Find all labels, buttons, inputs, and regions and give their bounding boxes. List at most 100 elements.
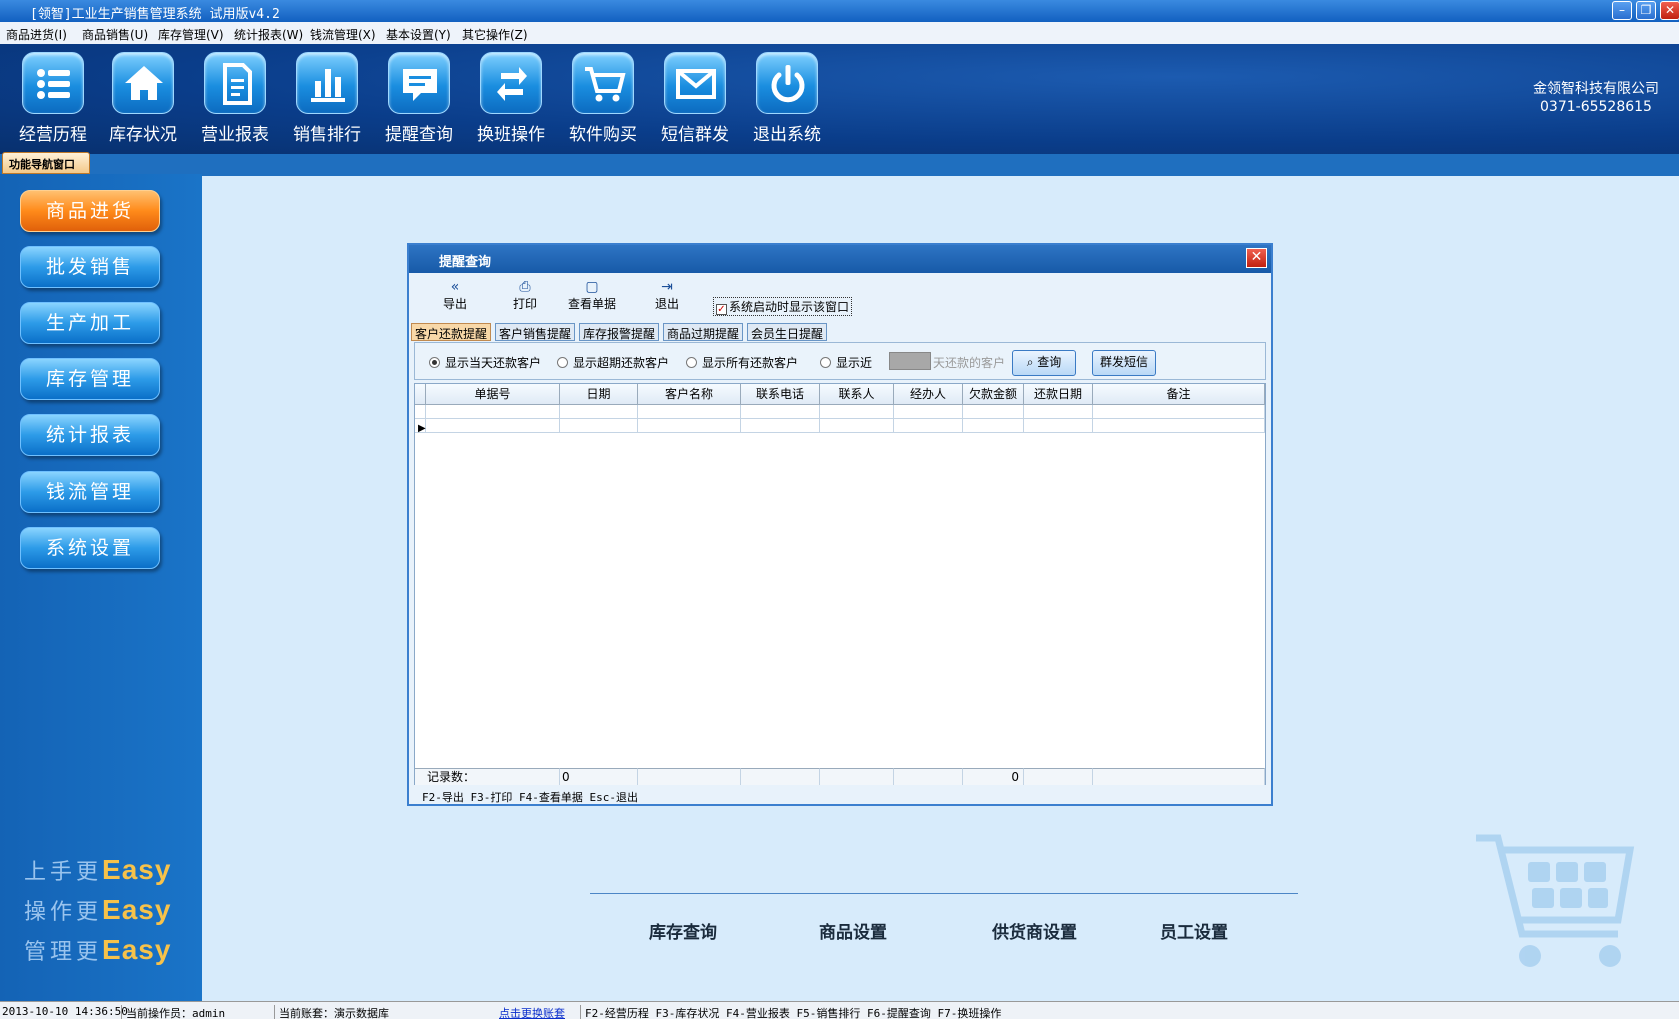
slogan-word: Easy: [102, 854, 172, 885]
radio-all[interactable]: 显示所有还款客户: [686, 354, 798, 371]
toolbar-label: 短信群发: [661, 125, 729, 145]
table-row: [415, 405, 426, 419]
radio-today[interactable]: 显示当天还款客户: [429, 354, 541, 371]
tab-member-birthday[interactable]: 会员生日提醒: [747, 323, 828, 341]
close-button[interactable]: ✕: [1660, 1, 1679, 20]
table-cell[interactable]: [963, 419, 1024, 433]
tab-stock-alarm[interactable]: 库存报警提醒: [579, 323, 660, 341]
col-header-handler[interactable]: 经办人: [894, 384, 963, 405]
slogan-text: 操作更: [24, 900, 103, 925]
col-header-remark[interactable]: 备注: [1093, 384, 1265, 405]
tab-customer-sales[interactable]: 客户销售提醒: [495, 323, 576, 341]
table-cell[interactable]: [820, 419, 894, 433]
minimize-button[interactable]: –: [1612, 1, 1632, 20]
toolbar-shift-button[interactable]: 换班操作: [468, 52, 554, 152]
sms-broadcast-button[interactable]: 群发短信: [1092, 350, 1156, 376]
table-cell[interactable]: [820, 405, 894, 419]
table-cell[interactable]: [560, 405, 638, 419]
menu-reports[interactable]: 统计报表(W): [234, 26, 303, 43]
toolbar-stock-button[interactable]: 库存状况: [100, 52, 186, 152]
sidebar-item-settings[interactable]: 系统设置: [20, 527, 160, 569]
table-cell[interactable]: [1093, 419, 1265, 433]
toolbar-banner: 经营历程 库存状况 营业报表 销售排行 提醒查询 换班操作 软件购买 短信群发 …: [0, 44, 1679, 154]
radio-overdue[interactable]: 显示超期还款客户: [557, 354, 669, 371]
table-cell[interactable]: [638, 419, 741, 433]
link-stock-query[interactable]: 库存查询: [649, 918, 717, 943]
nav-window-tab[interactable]: 功能导航窗口: [2, 152, 90, 174]
col-header-doc-no[interactable]: 单据号: [426, 384, 560, 405]
query-button[interactable]: ⌕ 查询: [1012, 350, 1076, 376]
sidebar-item-reports[interactable]: 统计报表: [20, 414, 160, 456]
table-cell[interactable]: [638, 405, 741, 419]
sidebar: 商品进货 批发销售 生产加工 库存管理 统计报表 钱流管理 系统设置 上手更Ea…: [0, 174, 202, 1001]
radio-label: 显示近: [836, 356, 873, 370]
shortcut-hint: F2-导出 F3-打印 F4-查看单据 Esc-退出: [422, 791, 638, 804]
cart-icon: [572, 52, 634, 114]
col-header-date[interactable]: 日期: [560, 384, 638, 405]
table-cell[interactable]: [894, 419, 963, 433]
table-cell[interactable]: [1024, 419, 1093, 433]
slogan-word: Easy: [102, 894, 172, 925]
menu-purchase[interactable]: 商品进货(I): [6, 26, 67, 43]
table-cell[interactable]: [560, 419, 638, 433]
title-bar: [领智]工业生产销售管理系统 试用版v4.2 – ❐ ✕: [0, 0, 1679, 22]
table-cell[interactable]: [963, 405, 1024, 419]
dialog-export-button[interactable]: « 导出: [437, 279, 473, 312]
reminder-dialog: 提醒查询 ✕ « 导出 ⎙ 打印 ▢ 查看单据 ⇥ 退出 ✓ 系统启动时显示该窗口…: [407, 243, 1273, 806]
table-cell[interactable]: [741, 405, 820, 419]
menu-settings[interactable]: 基本设置(Y): [386, 26, 451, 43]
dialog-close-button[interactable]: ✕: [1246, 248, 1267, 268]
menu-other[interactable]: 其它操作(Z): [462, 26, 528, 43]
link-staff-settings[interactable]: 员工设置: [1160, 918, 1228, 943]
summary-cell: [1024, 768, 1093, 785]
table-cell[interactable]: [426, 419, 560, 433]
toolbar-history-button[interactable]: 经营历程: [10, 52, 96, 152]
checkbox-checked-icon: ✓: [716, 304, 727, 315]
tab-customer-repayment[interactable]: 客户还款提醒: [411, 323, 492, 341]
dialog-toolbar-label: 打印: [512, 297, 537, 311]
sidebar-item-production[interactable]: 生产加工: [20, 302, 160, 344]
sidebar-item-purchase[interactable]: 商品进货: [20, 190, 160, 232]
toolbar-label: 库存状况: [109, 125, 177, 145]
radio-recent[interactable]: 显示近: [820, 354, 872, 371]
col-header-debt[interactable]: 欠款金额: [963, 384, 1024, 405]
col-header-phone[interactable]: 联系电话: [741, 384, 820, 405]
dialog-view-document-button[interactable]: ▢ 查看单据: [565, 279, 619, 312]
link-supplier-settings[interactable]: 供货商设置: [992, 918, 1077, 943]
menu-cashflow[interactable]: 钱流管理(X): [310, 26, 376, 43]
table-cell[interactable]: [426, 405, 560, 419]
table-cell[interactable]: [741, 419, 820, 433]
tab-product-expiry[interactable]: 商品过期提醒: [663, 323, 744, 341]
days-input[interactable]: [889, 352, 931, 370]
toolbar-ranking-button[interactable]: 销售排行: [284, 52, 370, 152]
summary-cell: [741, 768, 820, 785]
toolbar-exit-button[interactable]: 退出系统: [744, 52, 830, 152]
status-operator: 当前操作员：admin: [121, 1005, 225, 1019]
startup-checkbox[interactable]: ✓ 系统启动时显示该窗口: [713, 297, 853, 316]
switch-account-link[interactable]: 点击更换账套: [499, 1005, 565, 1019]
dialog-exit-button[interactable]: ⇥ 退出: [649, 279, 685, 312]
repayment-table[interactable]: 单据号 日期 客户名称 联系电话 联系人 经办人 欠款金额 还款日期 备注 ▶ …: [414, 383, 1266, 785]
menu-inventory[interactable]: 库存管理(V): [158, 26, 224, 43]
table-cell[interactable]: [1024, 405, 1093, 419]
list-icon: [22, 52, 84, 114]
link-product-settings[interactable]: 商品设置: [819, 918, 887, 943]
col-header-customer[interactable]: 客户名称: [638, 384, 741, 405]
mail-icon: [664, 52, 726, 114]
menu-sales[interactable]: 商品销售(U): [82, 26, 148, 43]
toolbar-report-button[interactable]: 营业报表: [192, 52, 278, 152]
toolbar-sms-button[interactable]: 短信群发: [652, 52, 738, 152]
toolbar-buy-button[interactable]: 软件购买: [560, 52, 646, 152]
sidebar-item-inventory[interactable]: 库存管理: [20, 358, 160, 400]
row-indicator-header: [415, 384, 426, 405]
sidebar-item-wholesale[interactable]: 批发销售: [20, 246, 160, 288]
restore-button[interactable]: ❐: [1636, 1, 1656, 20]
toolbar-reminder-button[interactable]: 提醒查询: [376, 52, 462, 152]
filter-bar: 显示当天还款客户 显示超期还款客户 显示所有还款客户 显示近 天还款的客户 ⌕ …: [414, 342, 1266, 380]
dialog-print-button[interactable]: ⎙ 打印: [507, 279, 543, 312]
col-header-contact[interactable]: 联系人: [820, 384, 894, 405]
sidebar-item-cashflow[interactable]: 钱流管理: [20, 471, 160, 513]
table-cell[interactable]: [1093, 405, 1265, 419]
table-cell[interactable]: [894, 405, 963, 419]
col-header-repay-date[interactable]: 还款日期: [1024, 384, 1093, 405]
